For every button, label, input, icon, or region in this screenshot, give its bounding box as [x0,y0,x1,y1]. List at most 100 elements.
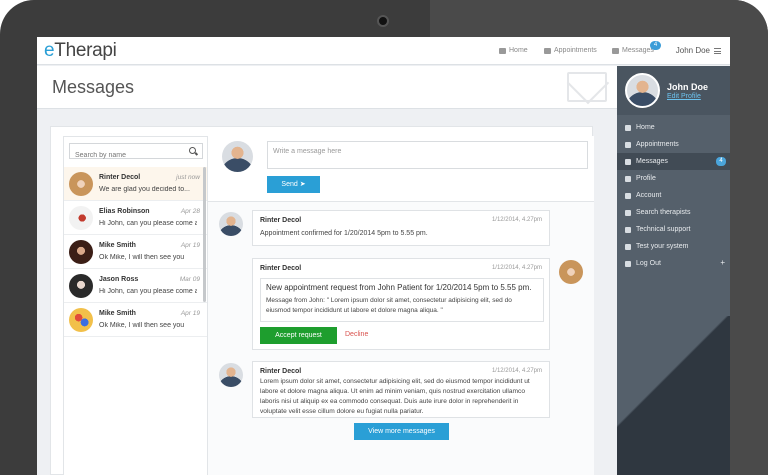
contact-item[interactable]: Mike Smith Apr 19 Ok Mike, I will then s… [64,303,207,337]
message-sender: Rinter Decol [260,217,302,224]
search-icon [625,209,631,216]
wrench-icon [625,226,631,233]
message-time: 1/12/2014, 4.27pm [491,217,542,223]
avatar [219,212,243,236]
sidebar-item-label: Test your system [636,243,689,250]
sidebar-item-label: Home [636,124,655,131]
sidebar-item-label: Account [636,192,662,199]
nav-home-label: Home [509,47,528,54]
request-title: New appointment request from John Patien… [266,283,532,292]
appointment-request: New appointment request from John Patien… [260,278,544,322]
sidebar-item-label: Log Out [636,260,661,267]
message-time: 1/12/2014, 4.27pm [491,368,542,374]
briefcase-icon [625,192,631,199]
nav-home[interactable]: Home [499,47,528,54]
view-more-button[interactable]: View more messages [354,423,449,440]
sidebar-item-search-therapists[interactable]: Search therapists [617,204,730,221]
avatar [69,172,93,196]
contact-scrollbar[interactable] [203,167,206,302]
camera-icon [377,15,389,27]
message-item: Rinter Decol 1/12/2014, 4.27pm Appointme… [252,210,550,246]
top-bar: eTherapi Home Appointments Messages 4 Jo… [37,37,730,65]
contact-date: Apr 28 [180,208,200,215]
decline-link[interactable]: Decline [345,331,368,338]
sidebar-profile: John Doe Edit Profile [617,66,730,115]
send-label: Send [281,181,298,188]
contact-list-panel: Rinter Decol just now We are glad you de… [63,136,208,475]
nav-messages[interactable]: Messages [612,47,654,54]
contact-date: Apr 19 [180,310,200,317]
hamburger-icon[interactable] [714,47,721,54]
sidebar-item-technical-support[interactable]: Technical support [617,221,730,238]
search-box[interactable] [69,143,203,163]
contact-name: Jason Ross [99,276,139,283]
message-thread: Write a message here Send ➤ Rinter Decol… [208,136,594,475]
compose-area: Write a message here Send ➤ [208,136,594,202]
edit-profile-link[interactable]: Edit Profile [667,93,701,100]
request-body: Message from John: " Lorem ipsum dolor s… [266,297,512,314]
contact-preview: Hi John, can you please come a [99,220,197,227]
sidebar-item-logout[interactable]: Log Out + [617,255,730,272]
contact-preview: Ok Mike, I will then see you [99,254,185,261]
home-icon [499,47,506,54]
sidebar-item-appointments[interactable]: Appointments [617,136,730,153]
message-input[interactable]: Write a message here [267,141,588,169]
calendar-icon [625,141,631,148]
contact-name: Mike Smith [99,242,136,249]
sidebar: John Doe Edit Profile Home Appointments … [617,66,730,475]
contact-date: Mar 09 [179,276,200,283]
calendar-icon [544,47,551,54]
accept-request-button[interactable]: Accept request [260,327,337,344]
message-time: 1/12/2014, 4.27pm [491,265,542,271]
avatar [559,260,583,284]
contact-date: Apr 19 [180,242,200,249]
contact-item[interactable]: Rinter Decol just now We are glad you de… [64,167,207,201]
user-menu[interactable]: John Doe [676,46,721,55]
send-button[interactable]: Send ➤ [267,176,320,193]
messages-panel: Rinter Decol just now We are glad you de… [50,126,594,475]
contact-preview: Hi John, can you please come a [99,288,197,295]
sidebar-item-profile[interactable]: Profile [617,170,730,187]
logo-text: Therapi [54,40,117,61]
message-item: Rinter Decol 1/12/2014, 4.27pm New appoi… [252,258,550,350]
sidebar-item-account[interactable]: Account [617,187,730,204]
contact-name: Elias Robinson [99,208,150,215]
message-sender: Rinter Decol [260,265,302,272]
contact-name: Mike Smith [99,310,136,317]
avatar [69,206,93,230]
contact-item[interactable]: Jason Ross Mar 09 Hi John, can you pleas… [64,269,207,303]
gauge-icon [625,243,631,250]
message-text: Appointment confirmed for 1/20/2014 5pm … [260,230,428,237]
sidebar-item-label: Technical support [636,226,691,233]
search-input[interactable] [70,148,185,163]
logout-icon [625,260,631,267]
contact-preview: We are glad you decided to... [99,186,190,193]
envelope-icon [612,47,619,54]
envelope-watermark-icon [567,72,607,102]
messages-badge: 4 [650,41,661,50]
contact-date: just now [176,174,200,181]
paper-plane-icon: ➤ [299,181,306,188]
nav-appointments[interactable]: Appointments [544,47,597,54]
page-header: Messages [37,66,617,109]
contact-item[interactable]: Elias Robinson Apr 28 Hi John, can you p… [64,201,207,235]
contact-preview: Ok Mike, I will then see you [99,322,185,329]
sidebar-item-label: Search therapists [636,209,691,216]
plus-icon: + [720,258,725,267]
avatar [69,274,93,298]
user-icon [625,175,631,182]
nav-messages-label: Messages [622,47,654,54]
user-name: John Doe [675,46,710,55]
sidebar-item-label: Profile [636,175,656,182]
contact-item[interactable]: Mike Smith Apr 19 Ok Mike, I will then s… [64,235,207,269]
app-logo[interactable]: eTherapi [44,40,117,62]
contact-list: Rinter Decol just now We are glad you de… [64,167,207,337]
envelope-icon [625,158,631,165]
sidebar-item-test-system[interactable]: Test your system [617,238,730,255]
sidebar-item-home[interactable]: Home [617,119,730,136]
avatar [69,308,93,332]
avatar[interactable] [625,73,660,108]
message-item: Rinter Decol 1/12/2014, 4.27pm Lorem ips… [252,361,550,418]
sidebar-item-messages[interactable]: Messages 4 [617,153,730,170]
search-icon[interactable] [189,147,196,154]
